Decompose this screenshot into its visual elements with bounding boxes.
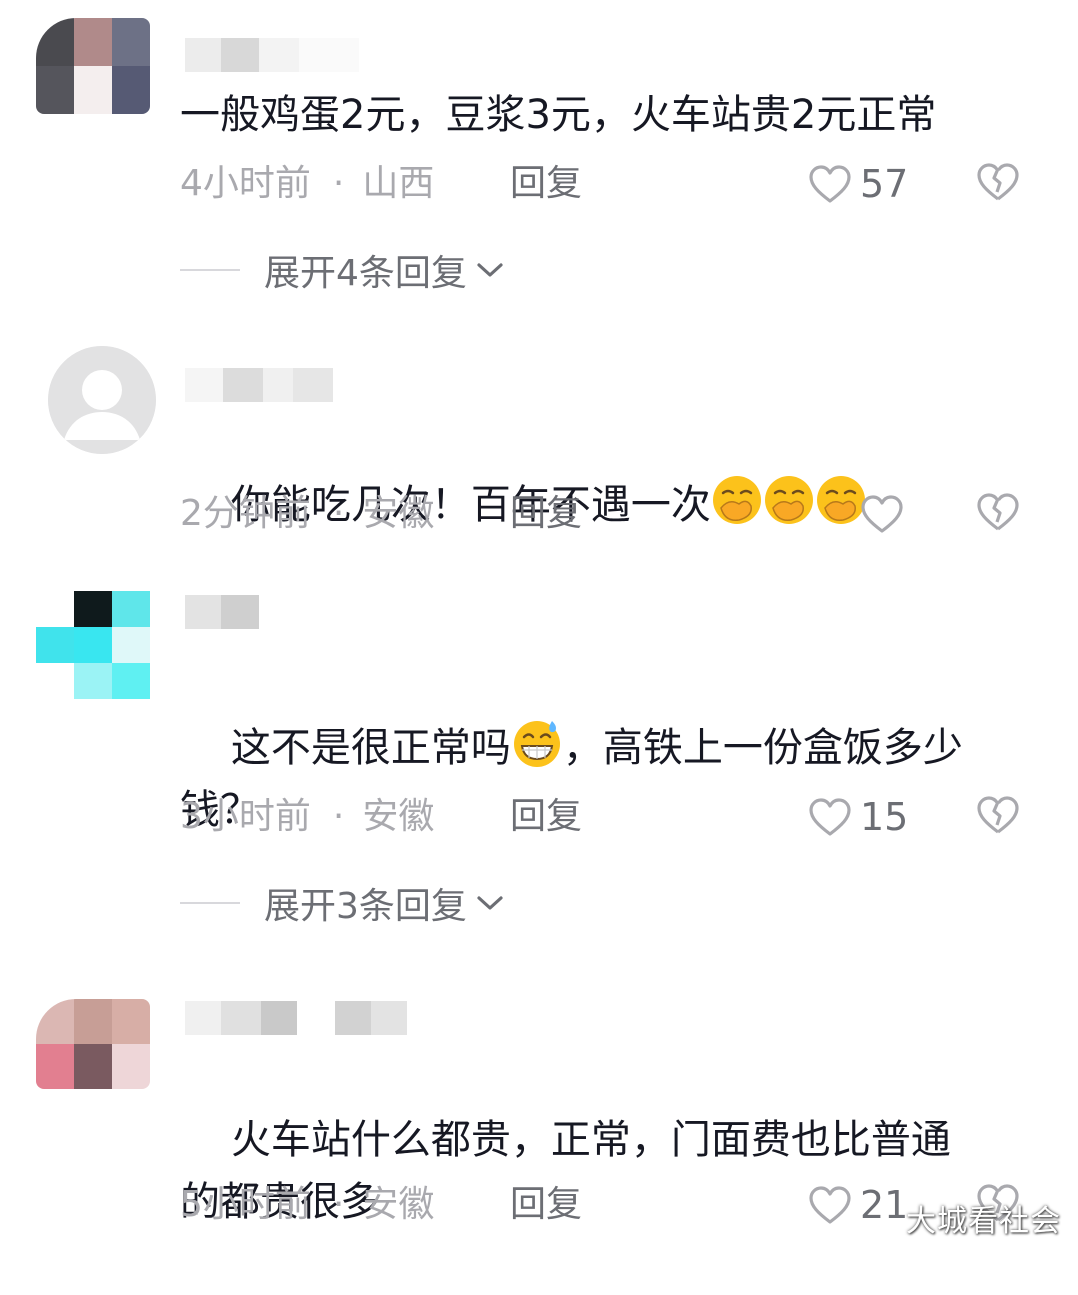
like-button[interactable]: [860, 492, 912, 536]
broken-heart-icon: [977, 796, 1019, 834]
like-button[interactable]: 57: [808, 162, 908, 206]
grinning-sweat-emoji: [513, 721, 560, 767]
dislike-button[interactable]: [975, 492, 1021, 536]
comment-text: 一般鸡蛋2元，豆浆3元，火车站贵2元正常: [180, 92, 937, 138]
default-user-icon: [48, 346, 156, 454]
comment-text-part: 这不是很正常吗: [230, 725, 511, 771]
watermark: 大城看社会: [906, 1204, 1061, 1239]
comment-meta: 2分钟前 · 安徽: [180, 492, 434, 536]
comment-region: 安徽: [362, 1184, 435, 1225]
comment-meta: 4小时前 · 山西: [180, 162, 434, 206]
face-hand-over-mouth-emoji: [764, 476, 813, 524]
comment-region: 山西: [362, 163, 435, 204]
avatar[interactable]: [36, 591, 150, 699]
avatar[interactable]: [36, 18, 150, 114]
like-button[interactable]: 15: [808, 795, 908, 839]
reply-button[interactable]: 回复: [510, 1183, 582, 1227]
avatar[interactable]: [36, 999, 150, 1089]
comment-time: 4小时前: [180, 163, 311, 204]
avatar-default[interactable]: [48, 346, 156, 454]
meta-separator: ·: [332, 1184, 345, 1225]
username-blurred[interactable]: [185, 595, 259, 629]
divider-line: [180, 269, 240, 271]
broken-heart-icon: [977, 493, 1019, 531]
like-count: 57: [860, 162, 909, 206]
heart-outline-icon: [861, 495, 903, 533]
reply-button[interactable]: 回复: [510, 162, 582, 206]
comment-text: 这不是很正常吗 ，高铁上一份盒饭多少 钱？: [180, 655, 1040, 903]
comment-text-part: ，高铁上一份盒饭多少: [562, 725, 963, 771]
comment-time: 3小时前: [180, 796, 311, 837]
expand-replies-label: 展开4条回复: [264, 253, 467, 294]
comment-meta: 3小时前 · 安徽: [180, 795, 434, 839]
username-blurred[interactable]: [185, 38, 359, 72]
expand-replies[interactable]: 展开4条回复: [180, 248, 505, 294]
expand-replies[interactable]: 展开3条回复: [180, 881, 505, 927]
meta-separator: ·: [332, 493, 345, 534]
username-blurred[interactable]: [185, 368, 333, 402]
comment-region: 安徽: [362, 796, 435, 837]
meta-separator: ·: [332, 163, 345, 204]
meta-separator: ·: [332, 796, 345, 837]
divider-line: [180, 902, 240, 904]
like-button[interactable]: 21: [808, 1183, 908, 1227]
chevron-down-icon: [477, 263, 503, 277]
expand-replies-label: 展开3条回复: [264, 886, 467, 927]
chevron-down-icon: [477, 896, 503, 910]
comment-time: 2分钟前: [180, 493, 311, 534]
comment-text-line: 火车站什么都贵，正常，门面费也比普通: [230, 1117, 951, 1163]
like-count: 15: [860, 795, 909, 839]
comment-item: 一般鸡蛋2元，豆浆3元，火车站贵2元正常 4小时前 · 山西 回复 57 展开4条回…: [0, 0, 1078, 300]
comment-meta: 5小时前 · 安徽: [180, 1183, 434, 1227]
dislike-button[interactable]: [975, 162, 1021, 206]
heart-outline-icon: [809, 1186, 851, 1224]
username-blurred[interactable]: [185, 1001, 407, 1035]
reply-button[interactable]: 回复: [510, 795, 582, 839]
comment-text: 火车站什么都贵，正常，门面费也比普通 的都贵很多: [180, 1047, 1040, 1295]
heart-outline-icon: [809, 798, 851, 836]
comment-item: 你能吃几次！百年不遇一次 2分钟前 · 安徽 回复: [0, 330, 1078, 560]
face-hand-over-mouth-emoji: [712, 476, 761, 524]
like-count: 21: [860, 1183, 909, 1227]
dislike-button[interactable]: [975, 795, 1021, 839]
comment-time: 5小时前: [180, 1184, 311, 1225]
reply-button[interactable]: 回复: [510, 492, 582, 536]
broken-heart-icon: [977, 163, 1019, 201]
comment-item: 这不是很正常吗 ，高铁上一份盒饭多少 钱？ 3小时前 · 安徽 回复 15 展开3条回复: [0, 585, 1078, 945]
comment-region: 安徽: [362, 493, 435, 534]
heart-outline-icon: [809, 165, 851, 203]
